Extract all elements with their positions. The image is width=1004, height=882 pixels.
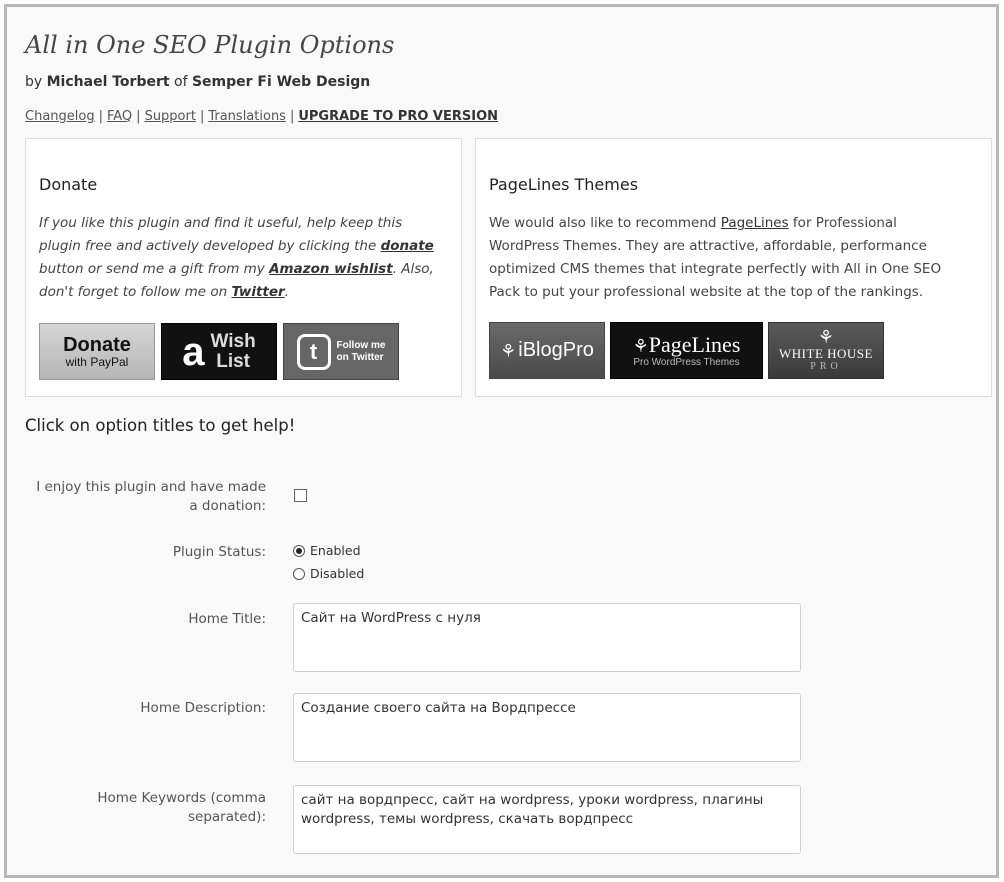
options-panel: All in One SEO Plugin Options by Michael… — [4, 4, 999, 878]
iblogpro-button[interactable]: ⚘ iBlogPro — [489, 322, 605, 379]
donate-text-part: If you like this plugin and find it usef… — [39, 215, 403, 254]
follow-label-line: on Twitter — [336, 351, 384, 363]
donate-text-part: button or send me a gift from my — [39, 261, 270, 277]
link-separator: | — [98, 109, 103, 124]
donation-option-label[interactable]: I enjoy this plugin and have made a dona… — [36, 478, 266, 516]
status-enabled-label: Enabled — [310, 543, 361, 558]
leaf-icon: ⚘ — [500, 340, 517, 361]
home-keywords-label[interactable]: Home Keywords (comma separated): — [36, 789, 266, 827]
wishlist-label-line: List — [216, 350, 251, 372]
pagelines-box: PageLines Themes We would also like to r… — [475, 138, 992, 397]
follow-label-line: Follow me — [336, 339, 386, 351]
amazon-wishlist-button[interactable]: a Wish List — [161, 323, 277, 380]
page-title: All in One SEO Plugin Options — [25, 31, 395, 59]
radio-enabled[interactable] — [293, 544, 305, 557]
home-title-field[interactable]: Сайт на WordPress с нуля — [293, 603, 801, 672]
leaf-icon: ⚘ — [632, 335, 649, 356]
byline: by Michael Torbert of Semper Fi Web Desi… — [25, 74, 370, 90]
pagelines-logo-label: PageLines — [648, 331, 741, 357]
donate-heading: Donate — [39, 175, 98, 194]
status-enabled-option[interactable]: Enabled — [293, 543, 361, 558]
whitehouse-sublabel: PRO — [810, 360, 842, 372]
status-disabled-option[interactable]: Disabled — [293, 566, 364, 581]
home-keywords-field[interactable]: сайт на вордпресс, сайт на wordpress, ур… — [293, 785, 801, 854]
home-description-field[interactable]: Создание своего сайта на Вордпрессе — [293, 693, 801, 762]
author-name: Michael Torbert — [46, 74, 170, 90]
pagelines-text-part: We would also like to recommend — [489, 215, 721, 231]
leaf-icon: ⚘ — [817, 326, 835, 348]
link-separator: | — [136, 109, 141, 124]
donate-buttons: Donate with PayPal a Wish List t Follow … — [39, 323, 399, 380]
whitehouse-label: WHITE HOUSE — [779, 345, 873, 361]
link-separator: | — [289, 109, 295, 124]
follow-twitter-button[interactable]: t Follow me on Twitter — [283, 323, 399, 380]
status-disabled-label: Disabled — [310, 566, 365, 581]
faq-link[interactable]: FAQ — [107, 109, 132, 124]
theme-buttons: ⚘ iBlogPro ⚘PageLines Pro WordPress Them… — [489, 322, 884, 379]
wishlist-label-line: Wish — [210, 330, 256, 352]
donate-text-part: . — [284, 284, 289, 300]
byline-of: of — [169, 74, 192, 90]
plugin-status-label[interactable]: Plugin Status: — [173, 543, 266, 562]
pagelines-sublabel: Pro WordPress Themes — [633, 356, 740, 368]
donation-checkbox[interactable] — [294, 489, 307, 502]
pagelines-heading: PageLines Themes — [489, 175, 639, 194]
follow-label: Follow me on Twitter — [337, 340, 386, 364]
pagelines-link[interactable]: PageLines — [721, 215, 789, 231]
help-hint: Click on option titles to get help! — [25, 416, 296, 435]
whitehouse-pro-button[interactable]: ⚘ WHITE HOUSE PRO — [768, 322, 884, 379]
twitter-link[interactable]: Twitter — [232, 284, 285, 300]
iblogpro-label: iBlogPro — [518, 339, 594, 361]
translations-link[interactable]: Translations — [208, 109, 286, 124]
donate-button-label: Donate — [63, 333, 131, 356]
donate-paypal-button[interactable]: Donate with PayPal — [39, 323, 155, 380]
upgrade-pro-link[interactable]: UPGRADE TO PRO VERSION — [298, 109, 498, 124]
byline-prefix: by — [25, 74, 47, 90]
home-title-label[interactable]: Home Title: — [188, 610, 266, 629]
amazon-wishlist-link[interactable]: Amazon wishlist — [269, 261, 393, 277]
donate-link[interactable]: donate — [381, 238, 434, 254]
pagelines-text: We would also like to recommend PageLine… — [489, 212, 969, 304]
twitter-logo-icon: t — [296, 333, 331, 370]
company-name: Semper Fi Web Design — [191, 74, 371, 90]
plugin-links: Changelog | FAQ | Support | Translations | UPGRA… — [25, 109, 498, 124]
radio-disabled[interactable] — [293, 567, 305, 580]
wishlist-label: Wish List — [210, 330, 256, 372]
support-link[interactable]: Support — [145, 109, 196, 124]
pagelines-logo: ⚘PageLines — [632, 331, 741, 357]
changelog-link[interactable]: Changelog — [25, 109, 95, 124]
link-separator: | — [199, 109, 205, 124]
home-description-label[interactable]: Home Description: — [140, 699, 266, 718]
donate-box: Donate If you like this plugin and find … — [25, 138, 462, 397]
pagelines-button[interactable]: ⚘PageLines Pro WordPress Themes — [610, 322, 763, 379]
donate-button-sublabel: with PayPal — [65, 354, 129, 369]
donate-text: If you like this plugin and find it usef… — [39, 212, 439, 304]
amazon-logo-icon: a — [182, 329, 205, 374]
